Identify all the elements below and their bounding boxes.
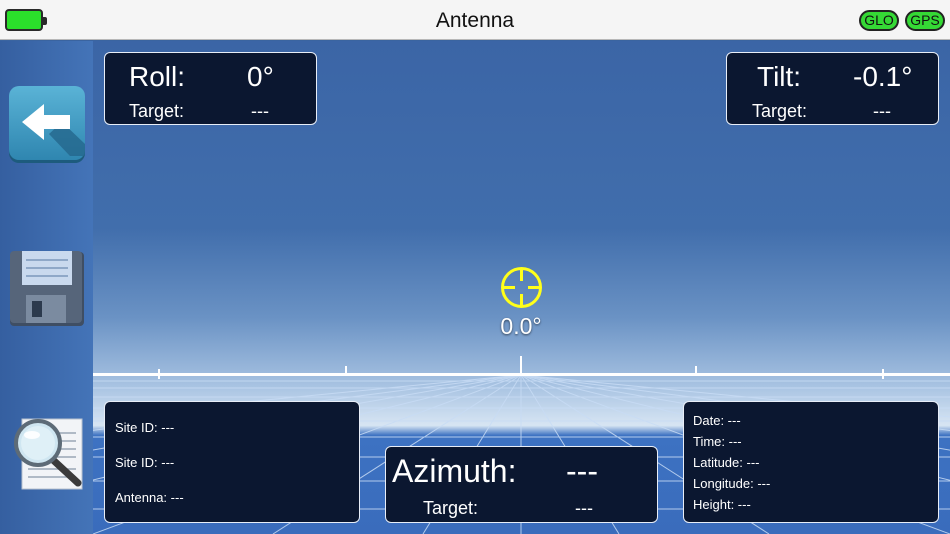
gps-info-panel: Date: --- Time: --- Latitude: --- Longit… [683, 401, 939, 523]
azimuth-target-label: Target: [423, 498, 479, 518]
site-info-panel: Site ID: --- Site ID: --- Antenna: --- [104, 401, 360, 523]
azimuth-value: --- [566, 453, 598, 489]
azimuth-target-value: --- [575, 498, 593, 518]
center-angle-value: 0.0° [500, 313, 542, 339]
antenna-text: Antenna: --- [115, 490, 184, 505]
horizon-tick [695, 366, 697, 376]
tilt-label: Tilt: [757, 61, 802, 92]
gps-status-badge: GPS [905, 10, 945, 31]
azimuth-panel: Azimuth: --- Target: --- [385, 446, 658, 523]
magnifier-document-icon [14, 418, 83, 490]
horizon-line [93, 373, 950, 376]
roll-target-value: --- [251, 101, 269, 121]
azimuth-label: Azimuth: [392, 453, 517, 489]
height-text: Height: --- [693, 497, 751, 512]
back-arrow-icon [9, 86, 85, 163]
center-marker [520, 356, 522, 373]
site-id-text: Site ID: --- [115, 455, 175, 470]
search-button[interactable] [8, 413, 86, 491]
crosshair-icon [501, 267, 542, 308]
top-bar: Antenna GLO GPS [0, 0, 950, 40]
glo-status-badge: GLO [859, 10, 899, 31]
orientation-view: 0.0° Roll: 0° Target: --- Tilt: -0.1° Ta… [93, 41, 950, 534]
site-id-text: Site ID: --- [115, 420, 175, 435]
back-button[interactable] [8, 86, 86, 164]
horizon-tick [158, 369, 160, 379]
tilt-panel: Tilt: -0.1° Target: --- [726, 52, 939, 125]
roll-panel: Roll: 0° Target: --- [104, 52, 317, 125]
tilt-target-value: --- [873, 101, 891, 121]
date-text: Date: --- [693, 413, 741, 428]
tilt-value: -0.1° [853, 61, 913, 92]
page-title: Antenna [435, 9, 515, 32]
roll-label: Roll: [129, 61, 186, 92]
sidebar [0, 41, 93, 534]
tilt-target-label: Target: [752, 101, 808, 121]
roll-value: 0° [247, 61, 274, 92]
horizon-tick [345, 366, 347, 376]
horizon-tick [882, 369, 884, 379]
latitude-text: Latitude: --- [693, 455, 760, 470]
save-button[interactable] [8, 249, 86, 327]
longitude-text: Longitude: --- [693, 476, 771, 491]
floppy-disk-icon [10, 251, 84, 326]
roll-target-label: Target: [129, 101, 185, 121]
time-text: Time: --- [693, 434, 742, 449]
